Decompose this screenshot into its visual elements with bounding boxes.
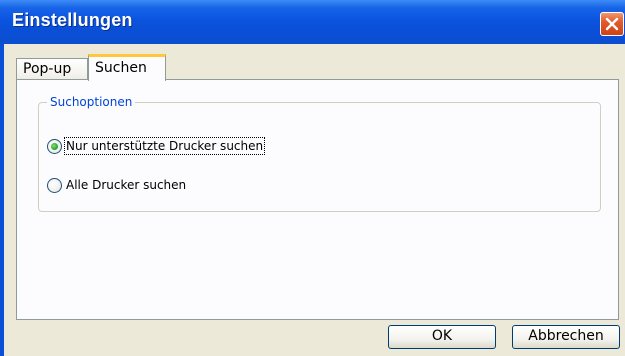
ok-button[interactable]: OK [388, 325, 496, 349]
radio-dot [51, 143, 58, 150]
search-options-group: Suchoptionen Nur unterstützte Drucker su… [38, 94, 601, 212]
cancel-button[interactable]: Abbrechen [512, 325, 620, 349]
close-button[interactable] [600, 12, 624, 36]
close-icon [605, 17, 619, 31]
tab-panel-suchen: Suchoptionen Nur unterstützte Drucker su… [16, 79, 619, 320]
radio-button-selected[interactable] [47, 139, 62, 154]
radio-label-supported-printers[interactable]: Nur unterstützte Drucker suchen [63, 137, 266, 155]
dialog-body: Pop-up Suchen Suchoptionen Nur unterstüt… [4, 44, 625, 356]
tab-suchen[interactable]: Suchen [88, 54, 166, 81]
radio-button[interactable] [47, 178, 62, 193]
tab-popup[interactable]: Pop-up [16, 58, 88, 80]
group-legend: Suchoptionen [47, 94, 136, 110]
title-bar[interactable]: Einstellungen [0, 0, 625, 44]
window-title: Einstellungen [12, 10, 133, 30]
radio-label-all-printers[interactable]: Alle Drucker suchen [65, 177, 187, 193]
settings-dialog: Einstellungen Pop-up Suchen Suchoptionen… [0, 0, 625, 356]
